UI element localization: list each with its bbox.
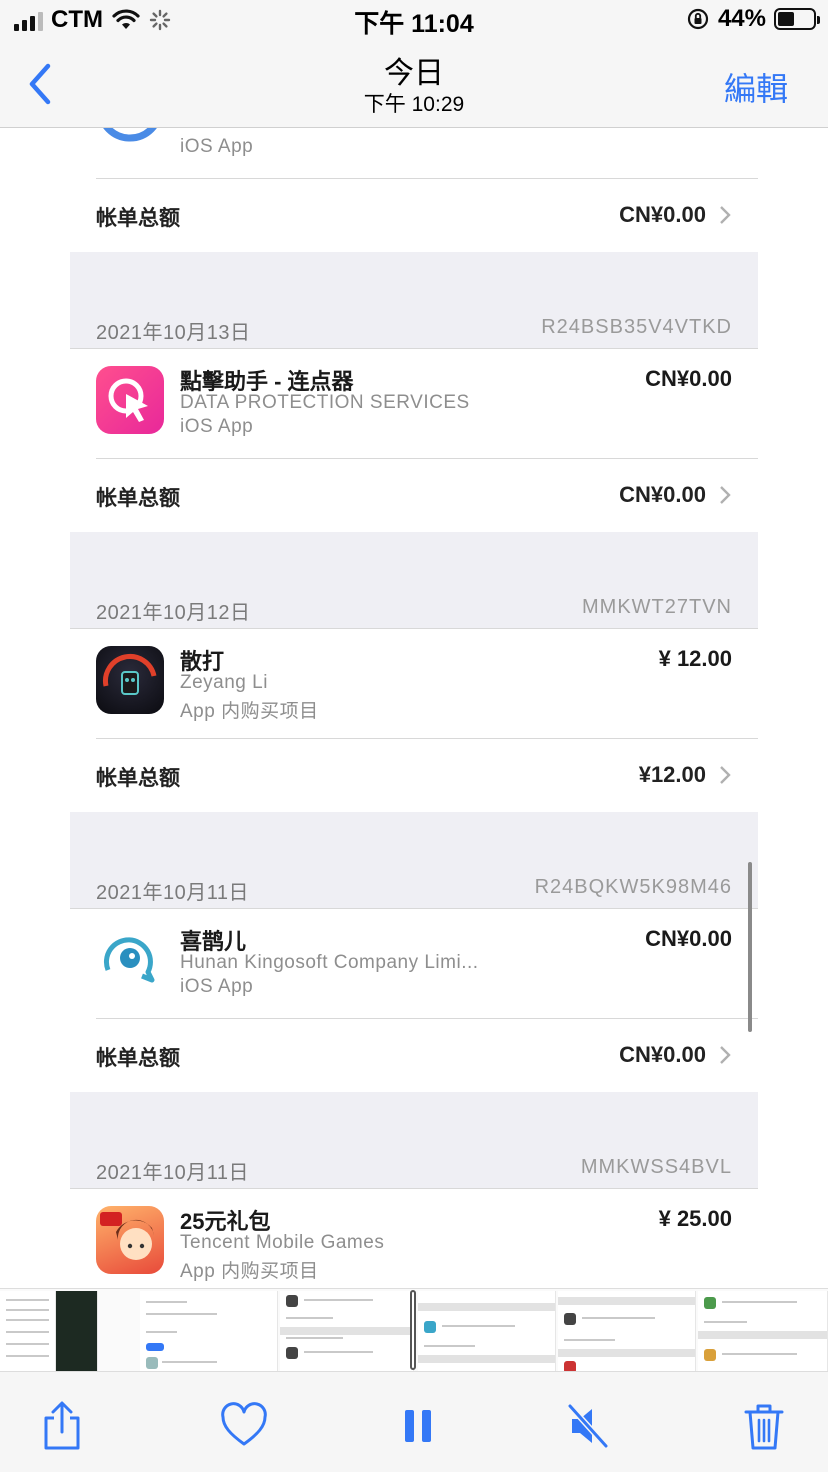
app-icon-xiqueer xyxy=(96,926,164,994)
thumbnail[interactable] xyxy=(558,1291,696,1371)
total-amount: ¥12.00 xyxy=(638,762,706,787)
nav-subtitle: 下午 10:29 xyxy=(363,93,465,116)
share-icon[interactable] xyxy=(38,1400,86,1452)
thumbnail[interactable] xyxy=(56,1291,98,1371)
app-icon-click-assistant xyxy=(96,366,164,434)
receipt-date: 2021年10月13日 xyxy=(96,322,251,344)
total-label: 帐单总额 xyxy=(96,767,180,790)
receipt-screenshot[interactable]: iOS App 帐单总额 CN¥0.00 2021年10月13日 R24BSB3… xyxy=(0,128,828,1288)
app-developer: DATA PROTECTION SERVICES xyxy=(180,392,470,413)
app-type-label: App 内购买项目 xyxy=(180,701,319,722)
app-type-label: iOS App xyxy=(180,136,254,157)
scroll-indicator xyxy=(748,862,752,1032)
app-icon-partial xyxy=(96,128,164,152)
nav-title: 今日 xyxy=(384,57,444,90)
order-id: MMKWT27TVN xyxy=(582,596,732,618)
chevron-right-icon xyxy=(720,486,731,504)
battery-percent: 44% xyxy=(717,5,766,32)
order-id: MMKWSS4BVL xyxy=(580,1156,732,1178)
app-price: ¥ 25.00 xyxy=(658,1206,732,1231)
navigation-bar: 今日 下午 10:29 編輯 xyxy=(0,42,828,128)
thumbnail[interactable] xyxy=(140,1291,278,1371)
app-developer: Tencent Mobile Games xyxy=(180,1232,385,1253)
app-price: CN¥0.00 xyxy=(645,366,732,391)
app-developer: Zeyang Li xyxy=(180,672,268,693)
app-developer: Hunan Kingosoft Company Limi... xyxy=(180,952,479,973)
total-amount: CN¥0.00 xyxy=(619,202,706,227)
app-type-label: iOS App xyxy=(180,416,254,437)
total-amount: CN¥0.00 xyxy=(619,1042,706,1067)
thumbnail[interactable] xyxy=(280,1291,414,1371)
chevron-right-icon xyxy=(720,1046,731,1064)
status-bar: CTM 下午 11:04 44% xyxy=(0,0,828,42)
receipt-date: 2021年10月12日 xyxy=(96,602,251,624)
app-price: CN¥0.00 xyxy=(645,926,732,951)
total-amount: CN¥0.00 xyxy=(619,482,706,507)
receipt-date: 2021年10月11日 xyxy=(96,1162,249,1184)
heart-icon[interactable] xyxy=(220,1400,268,1452)
app-icon-tencent-game xyxy=(96,1206,164,1274)
receipt-card[interactable]: 喜鹊儿 Hunan Kingosoft Company Limi... iOS … xyxy=(70,908,758,1092)
order-id: R24BQKW5K98M46 xyxy=(534,876,732,898)
total-label: 帐单总额 xyxy=(96,487,180,510)
bottom-toolbar xyxy=(0,1372,828,1472)
speaker-muted-icon[interactable] xyxy=(564,1400,612,1452)
pause-icon[interactable] xyxy=(394,1400,442,1452)
app-type-label: App 内购买项目 xyxy=(180,1261,319,1282)
thumbnail[interactable] xyxy=(698,1291,828,1371)
app-icon-sanda xyxy=(96,646,164,714)
chevron-right-icon xyxy=(720,766,731,784)
receipt-card[interactable]: 散打 Zeyang Li App 内购买项目 ¥ 12.00 帐单总额 ¥12.… xyxy=(70,628,758,812)
app-price: ¥ 12.00 xyxy=(658,646,732,671)
battery-icon xyxy=(774,8,820,30)
receipt-card-partial: iOS App 帐单总额 CN¥0.00 xyxy=(70,128,758,252)
status-right: 44% xyxy=(686,5,820,33)
thumbnail[interactable] xyxy=(418,1291,556,1371)
trash-icon[interactable] xyxy=(740,1400,788,1452)
chevron-right-icon xyxy=(720,206,731,224)
total-label: 帐单总额 xyxy=(96,207,180,230)
total-label: 帐单总额 xyxy=(96,1047,180,1070)
receipt-card[interactable]: 點擊助手 - 连点器 DATA PROTECTION SERVICES iOS … xyxy=(70,348,758,532)
thumbnail[interactable] xyxy=(0,1291,56,1371)
receipt-card[interactable]: 25元礼包 Tencent Mobile Games App 内购买项目 ¥ 2… xyxy=(70,1188,758,1288)
app-type-label: iOS App xyxy=(180,976,254,997)
current-thumbnail-indicator xyxy=(410,1290,416,1370)
edit-button[interactable]: 編輯 xyxy=(724,64,788,110)
order-id: R24BSB35V4VTKD xyxy=(541,316,732,338)
orientation-lock-icon xyxy=(687,8,709,30)
receipt-list: iOS App 帐单总额 CN¥0.00 2021年10月13日 R24BSB3… xyxy=(70,128,758,1288)
receipt-date: 2021年10月11日 xyxy=(96,882,249,904)
